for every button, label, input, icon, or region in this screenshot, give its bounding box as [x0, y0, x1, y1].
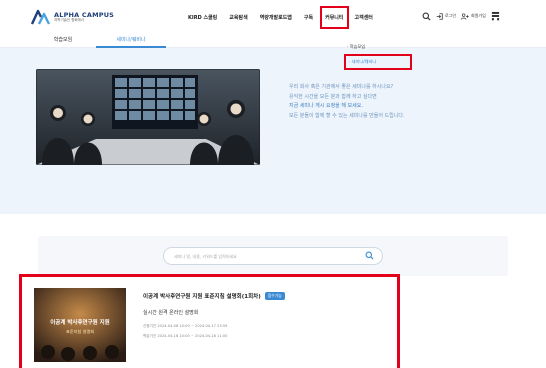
join-button[interactable]: 회원가입 — [461, 13, 486, 20]
seminar-subtitle: 실시간 원격 온라인 설명회 — [143, 310, 199, 316]
hero-line: 유익한 시간을 모든 분과 함께 하고 싶다면 — [289, 93, 377, 100]
study-period: 학습기간 2024-04-18 10:00 ~ 2024-04-18 11:00 — [143, 334, 228, 338]
hero-line: 모든 분들이 함께 할 수 있는 세미나를 만들어 드립니다. — [289, 112, 405, 119]
dropdown-item-study-group[interactable]: · 학습모임 — [344, 42, 412, 52]
seminar-title-text: 이공계 박사후연구원 지원 표준지침 설명회(1회차) — [143, 294, 261, 300]
nav-item-community[interactable]: 커뮤니티 — [320, 5, 349, 29]
login-label: 로그인 — [445, 13, 457, 18]
tab-study-group[interactable]: 학습모임 — [38, 34, 88, 48]
user-plus-icon — [461, 13, 469, 20]
search-box — [163, 247, 383, 265]
dropdown-item-label: 세미나/웨비나 — [351, 59, 377, 64]
apply-period: 신청기간 2024-04-08 10:00 ~ 2024-04-17 23:59 — [143, 324, 228, 328]
search-icon[interactable] — [365, 251, 374, 260]
seminar-title[interactable]: 이공계 박사후연구원 지원 표준지침 설명회(1회차) 접수가능 — [143, 292, 285, 300]
logo-subtitle: 과학기술인 협회에서 — [54, 18, 85, 22]
hero-section: 우리 회사 혹은 기관에서 좋은 세미나를 하시나요? 유익한 시간을 모든 분… — [0, 48, 546, 214]
hero-description: 우리 회사 혹은 기관에서 좋은 세미나를 하시나요? 유익한 시간을 모든 분… — [289, 83, 489, 121]
login-button[interactable]: 로그인 — [436, 12, 457, 20]
main-nav: KIRD 스쿨링 교육탐색 역량개발로드맵 구독 커뮤니티 고객센터 — [188, 0, 385, 34]
search-input[interactable] — [174, 250, 364, 262]
seminar-thumbnail[interactable]: 이공계 박사후연구원 지원 표준지침 설명회 — [34, 288, 126, 362]
dropdown-item-label: 학습모임 — [349, 44, 366, 49]
login-icon — [436, 12, 443, 20]
hero-line-emphasis: 지금 세미나 게시 요청을 해 보세요. — [289, 103, 363, 109]
site-logo[interactable]: ALPHA CAMPUS 과학기술인 협회에서 — [30, 9, 114, 25]
nav-item-subscribe[interactable]: 구독 — [304, 14, 313, 21]
sitemap-icon[interactable] — [491, 11, 500, 21]
search-section — [38, 236, 508, 276]
nav-item-course-search[interactable]: 교육탐색 — [229, 14, 247, 21]
site-header: ALPHA CAMPUS 과학기술인 협회에서 KIRD 스쿨링 교육탐색 역량… — [0, 0, 546, 34]
nav-item-customer-center[interactable]: 고객센터 — [355, 14, 373, 21]
alpha-logo-icon — [30, 9, 50, 25]
utility-menu: 로그인 회원가입 — [422, 11, 500, 21]
thumbnail-title: 이공계 박사후연구원 지원 — [50, 320, 110, 326]
community-dropdown: · 학습모임 · 세미나/웨비나 — [344, 42, 412, 70]
hero-line: 우리 회사 혹은 기관에서 좋은 세미나를 하시나요? — [289, 84, 394, 90]
status-badge: 접수가능 — [264, 292, 285, 300]
sub-nav: 학습모임 세미나/웨비나 — [0, 34, 546, 48]
search-icon[interactable] — [422, 12, 431, 21]
nav-item-kird-schooling[interactable]: KIRD 스쿨링 — [188, 14, 217, 21]
thumbnail-caption: 이공계 박사후연구원 지원 표준지침 설명회 — [34, 318, 126, 335]
join-label: 회원가입 — [471, 13, 486, 18]
dropdown-item-seminar-webinar[interactable]: · 세미나/웨비나 — [344, 54, 412, 70]
hero-photo — [36, 69, 260, 165]
nav-item-roadmap[interactable]: 역량개발로드맵 — [260, 14, 292, 21]
seminar-card[interactable]: 이공계 박사후연구원 지원 표준지침 설명회 이공계 박사후연구원 지원 표준지… — [19, 274, 400, 368]
tab-seminar-webinar[interactable]: 세미나/웨비나 — [96, 34, 166, 48]
thumbnail-subtitle: 표준지침 설명회 — [65, 329, 95, 334]
